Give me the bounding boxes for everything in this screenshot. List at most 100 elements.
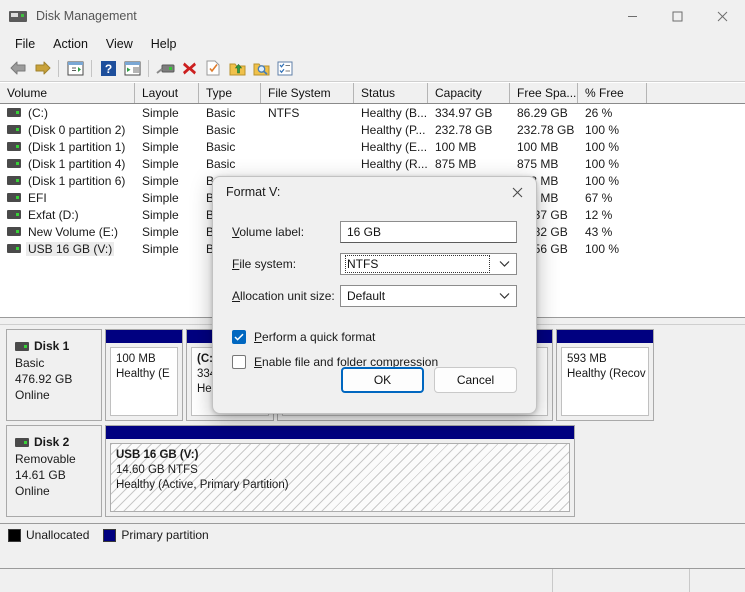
window-title: Disk Management [36, 9, 137, 23]
partition-line1: 14.60 GB NTFS [116, 464, 198, 476]
status-panel-tertiary [690, 569, 745, 592]
disk-info-panel[interactable]: Disk 2 Removable 14.61 GB Online [6, 425, 102, 517]
cell-percent: 100 % [585, 122, 620, 137]
status-panel-secondary [553, 569, 690, 592]
delete-icon[interactable] [177, 57, 201, 80]
dialog-body: Volume label: 16 GB File system: NTFS Al… [213, 207, 536, 372]
rescan-disks-icon[interactable] [153, 57, 177, 80]
partition-block[interactable]: USB 16 GB (V:) 14.60 GB NTFS Healthy (Acti… [105, 425, 575, 517]
disk-icon [15, 341, 29, 351]
dialog-close-icon[interactable] [498, 177, 536, 207]
legend-item-unallocated: Unallocated [8, 528, 89, 542]
volume-icon [7, 193, 21, 202]
cell-status: Healthy (P... [361, 122, 426, 137]
column-header-volume[interactable]: Volume [0, 83, 135, 103]
cell-capacity: 334.97 GB [435, 105, 493, 120]
partition-block[interactable]: 100 MB Healthy (E [105, 329, 183, 421]
menu-item-action[interactable]: Action [44, 34, 97, 54]
column-header-extra[interactable] [647, 83, 745, 103]
ok-button[interactable]: OK [341, 367, 424, 393]
help-icon[interactable]: ? [96, 57, 120, 80]
dialog-title: Format V: [226, 185, 281, 199]
checklist-icon[interactable] [273, 57, 297, 80]
partition-color-bar [557, 330, 653, 343]
show-action-pane-icon[interactable] [120, 57, 144, 80]
column-header-free-space[interactable]: Free Spa... [510, 83, 578, 103]
legend-swatch-primary-partition [103, 528, 117, 542]
menu-item-view[interactable]: View [97, 34, 142, 54]
quick-format-checkbox[interactable] [232, 330, 246, 344]
toolbar: ? [0, 55, 745, 82]
column-header-type[interactable]: Type [199, 83, 261, 103]
cell-layout: Simple [142, 173, 179, 188]
enable-compression-checkbox[interactable] [232, 355, 246, 369]
volume-icon [7, 142, 21, 151]
legend-label-primary-partition: Primary partition [121, 528, 209, 542]
cell-percent: 100 % [585, 156, 620, 171]
cell-layout: Simple [142, 122, 179, 137]
column-header-percent-free[interactable]: % Free [578, 83, 647, 103]
cell-percent: 43 % [585, 224, 613, 239]
column-header-capacity[interactable]: Capacity [428, 83, 510, 103]
menu-item-help[interactable]: Help [142, 34, 186, 54]
cell-percent: 100 % [585, 241, 620, 256]
dialog-buttons: OK Cancel [341, 367, 517, 393]
partition-block[interactable]: 593 MB Healthy (Recov [556, 329, 654, 421]
cancel-button[interactable]: Cancel [434, 367, 517, 393]
cell-free: 875 MB [517, 156, 559, 171]
export-list-icon[interactable] [225, 57, 249, 80]
legend-label-unallocated: Unallocated [26, 528, 90, 542]
disk-state: Online [15, 484, 50, 498]
disk-size: 14.61 GB [15, 468, 66, 482]
cell-layout: Simple [142, 190, 179, 205]
table-row[interactable]: (Disk 0 partition 2) Simple Basic Healthy (… [0, 121, 745, 138]
minimize-icon[interactable] [610, 0, 655, 32]
label-allocation-unit-size: Allocation unit size: [232, 289, 335, 303]
cell-status: Healthy (B... [361, 105, 428, 120]
column-header-status[interactable]: Status [354, 83, 428, 103]
cell-status: Healthy (R... [361, 156, 428, 171]
table-row[interactable]: (Disk 1 partition 4) Simple Basic Healthy (… [0, 155, 745, 172]
format-dialog: Format V: Volume label: 16 GB File syste… [212, 176, 537, 414]
menu-item-file[interactable]: File [6, 34, 44, 54]
partition-details: 100 MB Healthy (E [110, 347, 178, 416]
cell-layout: Simple [142, 105, 179, 120]
cell-percent: 100 % [585, 139, 620, 154]
toolbar-separator [91, 59, 92, 77]
cell-volume-label: New Volume (E:) [28, 224, 119, 239]
partition-details: USB 16 GB (V:) 14.60 GB NTFS Healthy (Acti… [110, 443, 570, 512]
cell-volume-label: EFI [28, 190, 47, 205]
close-icon[interactable] [700, 0, 745, 32]
properties-icon[interactable] [201, 57, 225, 80]
allocation-unit-size-select[interactable]: Default [340, 285, 517, 307]
show-hide-console-tree-icon[interactable] [63, 57, 87, 80]
table-row[interactable]: (C:) Simple Basic NTFS Healthy (B... 334.97 G… [0, 104, 745, 121]
volume-label-input[interactable]: 16 GB [340, 221, 517, 243]
maximize-icon[interactable] [655, 0, 700, 32]
disk-icon [15, 437, 29, 447]
column-header-layout[interactable]: Layout [135, 83, 199, 103]
disk-info-panel[interactable]: Disk 1 Basic 476.92 GB Online [6, 329, 102, 421]
cell-volume-label: (C:) [28, 105, 48, 120]
toolbar-separator [148, 59, 149, 77]
volume-icon [7, 108, 21, 117]
title-bar: Disk Management [0, 0, 745, 32]
svg-text:?: ? [104, 62, 111, 76]
column-header-file-system[interactable]: File System [261, 83, 354, 103]
cell-volume: (Disk 1 partition 6) [0, 174, 135, 188]
cell-volume-label: (Disk 0 partition 2) [28, 122, 126, 137]
cell-volume-label: (Disk 1 partition 1) [28, 139, 126, 154]
file-system-select[interactable]: NTFS [340, 253, 517, 275]
partition-strip: USB 16 GB (V:) 14.60 GB NTFS Healthy (Acti… [105, 425, 739, 517]
allocation-unit-size-value: Default [347, 289, 386, 303]
find-icon[interactable] [249, 57, 273, 80]
field-volume-label: Volume label: 16 GB [232, 221, 517, 243]
disk-state: Online [15, 388, 50, 402]
forward-icon[interactable] [30, 57, 54, 80]
volume-label-value: 16 GB [347, 225, 382, 239]
checkbox-row-quick-format[interactable]: Perform a quick format [232, 327, 517, 347]
table-row[interactable]: (Disk 1 partition 1) Simple Basic Healthy (… [0, 138, 745, 155]
cell-volume-label: (Disk 1 partition 4) [28, 156, 126, 171]
cell-layout: Simple [142, 207, 179, 222]
back-icon[interactable] [6, 57, 30, 80]
